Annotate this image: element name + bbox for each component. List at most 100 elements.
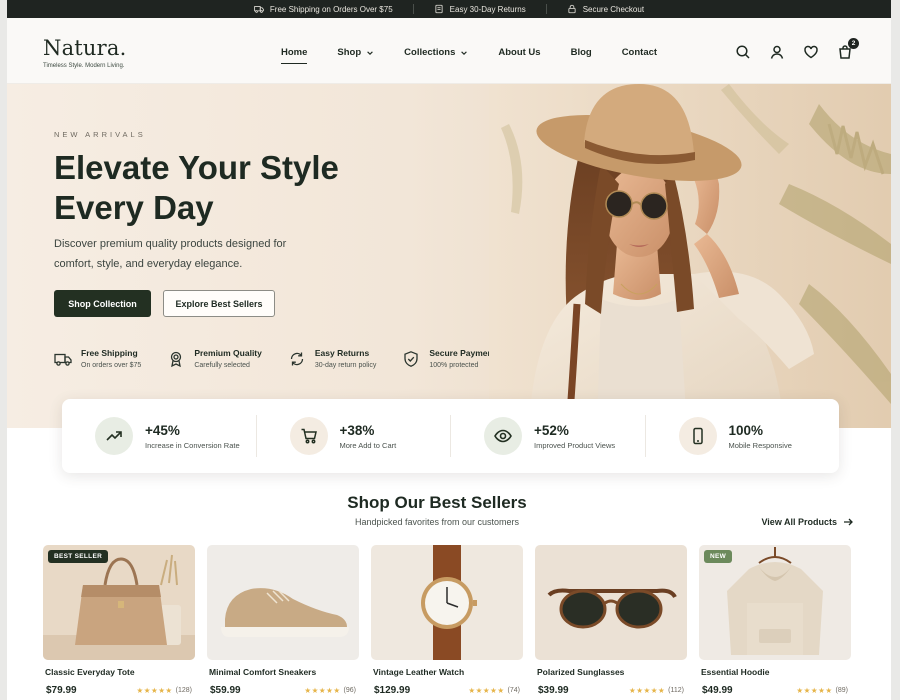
star-rating-icon: ★★★★★ xyxy=(796,686,833,695)
product-card[interactable]: Vintage Leather Watch $129.99 ★★★★★ (74) xyxy=(371,545,523,696)
product-name[interactable]: Classic Everyday Tote xyxy=(45,667,195,677)
announcement-shipping-text: Free Shipping on Orders Over $75 xyxy=(269,4,393,14)
hero-subtitle: Discover premium quality products design… xyxy=(54,238,287,270)
view-all-products-link[interactable]: View All Products xyxy=(761,517,853,527)
site-header: Natura. Timeless Style. Modern Living. H… xyxy=(7,18,891,84)
explore-best-sellers-button[interactable]: Explore Best Sellers xyxy=(163,290,275,317)
stat-label: Mobile Responsive xyxy=(728,440,792,450)
product-price: $49.99 xyxy=(702,685,733,696)
nav-item-label: Blog xyxy=(570,47,592,58)
product-name[interactable]: Essential Hoodie xyxy=(701,667,851,677)
nav-item-blog[interactable]: Blog xyxy=(571,47,592,58)
announcement-returns-text: Easy 30-Day Returns xyxy=(449,4,526,14)
chevron-down-icon xyxy=(461,50,468,55)
nav-item-about[interactable]: About Us xyxy=(498,47,540,58)
mobile-icon xyxy=(692,427,703,445)
stat-label: Improved Product Views xyxy=(534,440,616,450)
product-card[interactable]: NEW Essential Hoodie $49.99 ★★★★★ (89) xyxy=(699,545,851,696)
product-price: $129.99 xyxy=(374,685,411,696)
product-rating: ★★★★★ (74) xyxy=(468,686,520,695)
review-count: (89) xyxy=(835,687,848,694)
nav-item-home[interactable]: Home xyxy=(281,47,308,64)
star-rating-icon: ★★★★★ xyxy=(629,686,666,695)
shop-collection-button[interactable]: Shop Collection xyxy=(54,290,151,317)
eye-icon xyxy=(494,429,512,443)
award-icon xyxy=(171,351,182,368)
product-rating: ★★★★★ (96) xyxy=(304,686,356,695)
review-count: (96) xyxy=(343,687,356,694)
hero-title: Elevate Your Style Every Day xyxy=(54,148,374,228)
product-card[interactable]: Minimal Comfort Sneakers $59.99 ★★★★★ (9… xyxy=(207,545,359,696)
product-card[interactable]: BEST SELLER Classic Everyday Tote $79.99… xyxy=(43,545,195,696)
return-icon xyxy=(435,4,443,14)
feature-subtitle: 30-day return policy xyxy=(314,362,377,369)
star-rating-icon: ★★★★★ xyxy=(304,686,341,695)
product-name[interactable]: Vintage Leather Watch xyxy=(373,667,523,677)
product-rating: ★★★★★ (128) xyxy=(137,686,192,695)
truck-icon xyxy=(254,6,264,13)
sneakers-image xyxy=(207,545,359,660)
product-price: $39.99 xyxy=(538,685,569,696)
product-image[interactable]: BEST SELLER xyxy=(43,545,195,660)
product-name[interactable]: Minimal Comfort Sneakers xyxy=(209,667,359,677)
logo-tagline: Timeless Style. Modern Living. xyxy=(43,63,125,69)
product-image[interactable] xyxy=(207,545,359,660)
nav-item-collections[interactable]: Collections xyxy=(404,47,468,58)
product-price: $59.99 xyxy=(210,685,241,696)
nav-item-contact[interactable]: Contact xyxy=(622,47,657,58)
best-sellers-subtitle: Handpicked favorites from our customers xyxy=(354,517,520,527)
feature-title: Easy Returns xyxy=(314,348,370,358)
stats-card: +45% Increase in Conversion Rate +38% Mo… xyxy=(62,399,839,473)
chevron-down-icon xyxy=(367,50,373,55)
product-price: $79.99 xyxy=(46,685,77,696)
stat-icon-bg xyxy=(289,417,328,455)
hero-eyebrow: NEW ARRIVALS xyxy=(54,130,146,139)
star-rating-icon: ★★★★★ xyxy=(468,686,505,695)
product-image[interactable]: NEW xyxy=(699,545,851,660)
announcement-checkout-text: Secure Checkout xyxy=(582,4,645,14)
cart-icon xyxy=(301,428,317,444)
nav-item-label: Contact xyxy=(621,47,658,58)
stat-icon-bg xyxy=(484,417,522,455)
trending-up-icon xyxy=(106,431,122,441)
product-card[interactable]: Polarized Sunglasses $39.99 ★★★★★ (112) xyxy=(535,545,687,696)
stat-icon-bg xyxy=(95,417,133,455)
nav-item-shop[interactable]: Shop xyxy=(337,47,374,58)
account-button[interactable] xyxy=(769,44,785,60)
product-meta: $129.99 ★★★★★ (74) xyxy=(371,685,523,696)
nav-item-label: Home xyxy=(281,47,308,58)
lock-icon xyxy=(568,4,576,14)
page: Free Shipping on Orders Over $75 Easy 30… xyxy=(7,0,891,700)
product-image[interactable] xyxy=(535,545,687,660)
wishlist-button[interactable] xyxy=(803,44,819,60)
hero-title-line2: Every Day xyxy=(54,189,214,226)
hero-features: Free Shipping On orders over $75 Premium… xyxy=(54,348,500,369)
cart-button[interactable]: 2 xyxy=(837,38,859,60)
sunglasses-image xyxy=(535,545,687,660)
search-button[interactable] xyxy=(735,44,751,60)
logo[interactable]: Natura. Timeless Style. Modern Living. xyxy=(43,36,127,69)
stat-add-to-cart: +38% More Add to Cart xyxy=(257,415,451,457)
best-sellers-title: Shop Our Best Sellers xyxy=(347,493,527,512)
stat-value: 100% xyxy=(728,422,764,438)
shield-icon xyxy=(404,351,419,367)
hero-banner: NEW ARRIVALS Elevate Your Style Every Da… xyxy=(7,84,891,428)
stat-label: More Add to Cart xyxy=(339,440,397,450)
stat-value: +45% xyxy=(145,422,180,438)
main-nav: Home Shop Collections About Us Blog Cont… xyxy=(281,47,657,64)
feature-free-shipping: Free Shipping On orders over $75 xyxy=(54,348,141,369)
product-grid: BEST SELLER Classic Everyday Tote $79.99… xyxy=(43,545,851,696)
refresh-icon xyxy=(290,352,304,366)
product-image[interactable] xyxy=(371,545,523,660)
feature-title: Free Shipping xyxy=(81,348,138,358)
product-name[interactable]: Polarized Sunglasses xyxy=(537,667,687,677)
product-meta: $59.99 ★★★★★ (96) xyxy=(207,685,359,696)
stat-value: +38% xyxy=(339,422,375,438)
stat-product-views: +52% Improved Product Views xyxy=(451,415,646,457)
stat-mobile-responsive: 100% Mobile Responsive xyxy=(646,415,840,457)
stat-label: Increase in Conversion Rate xyxy=(145,440,240,450)
truck-icon xyxy=(54,353,72,366)
nav-item-label: About Us xyxy=(498,47,541,58)
feature-premium-quality: Premium Quality Carefully selected xyxy=(167,348,262,369)
announcement-shipping: Free Shipping on Orders Over $75 xyxy=(234,4,414,14)
